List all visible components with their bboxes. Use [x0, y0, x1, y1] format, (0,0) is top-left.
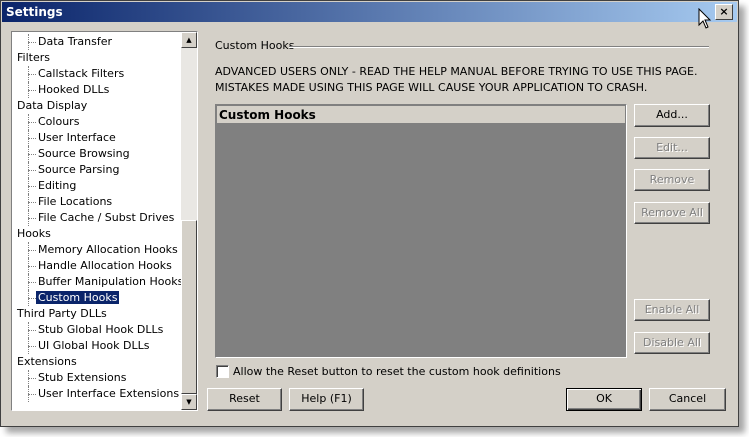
tree-item-label: Filters — [17, 51, 50, 64]
help-button[interactable]: Help (F1) — [289, 388, 364, 411]
arrow-up-icon: ▲ — [186, 36, 192, 44]
tree-item-filters[interactable]: Filters — [17, 50, 50, 66]
tree-item-label: Editing — [38, 179, 77, 192]
tree-connector — [22, 322, 36, 338]
scroll-up-button[interactable]: ▲ — [181, 32, 197, 48]
warning-line-2: MISTAKES MADE USING THIS PAGE WILL CAUSE… — [215, 81, 648, 94]
tree-item-label: Callstack Filters — [38, 67, 125, 80]
tree-item-label: Memory Allocation Hooks — [38, 243, 178, 256]
reset-button[interactable]: Reset — [207, 388, 282, 411]
group-title: Custom Hooks — [215, 39, 295, 52]
allow-reset-label[interactable]: Allow the Reset button to reset the cust… — [233, 365, 561, 379]
tree-item-hooks[interactable]: Hooks — [17, 226, 51, 242]
cancel-button[interactable]: Cancel — [649, 388, 726, 411]
tree-connector — [22, 210, 36, 226]
warning-text: ADVANCED USERS ONLY - READ THE HELP MANU… — [215, 64, 698, 96]
title-bar[interactable]: Settings × — [2, 2, 737, 22]
tree-item-label: Source Parsing — [38, 163, 120, 176]
tree-connector — [22, 114, 36, 130]
tree-item-label: Data Display — [17, 99, 88, 112]
tree-item-label: Hooks — [17, 227, 51, 240]
remove-all-button[interactable]: Remove All — [634, 202, 710, 224]
edit-button[interactable]: Edit... — [634, 137, 710, 159]
tree-connector — [22, 290, 36, 306]
tree-item-label: UI Global Hook DLLs — [38, 339, 150, 352]
tree-connector — [22, 274, 36, 290]
tree-item-buffer-manipulation-hooks[interactable]: Buffer Manipulation Hooks — [22, 274, 185, 290]
group-divider — [289, 46, 709, 48]
settings-dialog: Settings × Data Transfer Filters Callstack… — [0, 0, 739, 427]
tree-connector — [22, 82, 36, 98]
tree-item-label: Handle Allocation Hooks — [38, 259, 172, 272]
tree-item-label: Data Transfer — [38, 35, 112, 48]
tree-item-data-transfer[interactable]: Data Transfer — [22, 34, 114, 50]
tree-item-label: Extensions — [17, 355, 77, 368]
arrow-down-icon: ▼ — [186, 398, 192, 406]
tree-item-source-browsing[interactable]: Source Browsing — [22, 146, 132, 162]
tree-scrollbar[interactable]: ▲ ▼ — [181, 32, 197, 410]
tree-item-file-cache-subst-drives[interactable]: File Cache / Subst Drives — [22, 210, 176, 226]
tree-item-label: Stub Extensions — [38, 371, 127, 384]
close-icon: × — [719, 5, 729, 18]
scroll-thumb[interactable] — [181, 220, 197, 394]
tree-connector — [22, 194, 36, 210]
tree-item-stub-global-hook-dlls[interactable]: Stub Global Hook DLLs — [22, 322, 165, 338]
list-header-custom-hooks[interactable]: Custom Hooks — [217, 106, 625, 124]
tree-item-hooked-dlls[interactable]: Hooked DLLs — [22, 82, 111, 98]
tree-connector — [22, 370, 36, 386]
close-button[interactable]: × — [715, 4, 733, 20]
tree-item-data-display[interactable]: Data Display — [17, 98, 87, 114]
tree-item-user-interface[interactable]: User Interface — [22, 130, 118, 146]
tree-connector — [22, 178, 36, 194]
tree-item-callstack-filters[interactable]: Callstack Filters — [22, 66, 126, 82]
remove-button[interactable]: Remove — [634, 169, 710, 191]
tree-item-label: User Interface — [38, 131, 116, 144]
mouse-cursor-icon — [698, 8, 712, 29]
tree-item-label: Custom Hooks — [36, 291, 120, 304]
settings-tree[interactable]: Data Transfer Filters Callstack Filters Hoo… — [11, 31, 198, 411]
add-button[interactable]: Add... — [634, 104, 710, 127]
window-title: Settings — [6, 5, 63, 19]
tree-connector — [22, 242, 36, 258]
warning-line-1: ADVANCED USERS ONLY - READ THE HELP MANU… — [215, 65, 698, 78]
ok-button[interactable]: OK — [566, 388, 642, 411]
tree-connector — [22, 66, 36, 82]
tree-item-label: File Locations — [38, 195, 113, 208]
scroll-down-button[interactable]: ▼ — [181, 394, 197, 410]
tree-item-custom-hooks[interactable]: Custom Hooks — [22, 290, 120, 306]
tree-item-handle-allocation-hooks[interactable]: Handle Allocation Hooks — [22, 258, 174, 274]
tree-connector — [22, 146, 36, 162]
tree-item-label: Stub Global Hook DLLs — [38, 323, 164, 336]
tree-connector — [22, 130, 36, 146]
tree-connector — [22, 386, 36, 402]
custom-hooks-list[interactable]: Custom Hooks — [215, 104, 627, 358]
tree-item-third-party-dlls[interactable]: Third Party DLLs — [17, 306, 107, 322]
disable-all-button[interactable]: Disable All — [634, 332, 710, 354]
tree-item-stub-extensions[interactable]: Stub Extensions — [22, 370, 128, 386]
enable-all-button[interactable]: Enable All — [634, 299, 710, 321]
tree-item-memory-allocation-hooks[interactable]: Memory Allocation Hooks — [22, 242, 180, 258]
tree-connector — [22, 338, 36, 354]
tree-item-colours[interactable]: Colours — [22, 114, 81, 130]
tree-item-label: Source Browsing — [38, 147, 130, 160]
tree-item-label: Third Party DLLs — [17, 307, 107, 320]
tree-item-file-locations[interactable]: File Locations — [22, 194, 114, 210]
tree-item-label: User Interface Extensions — [38, 387, 180, 400]
tree-item-editing[interactable]: Editing — [22, 178, 78, 194]
tree-item-source-parsing[interactable]: Source Parsing — [22, 162, 121, 178]
tree-item-ui-global-hook-dlls[interactable]: UI Global Hook DLLs — [22, 338, 151, 354]
tree-item-extensions[interactable]: Extensions — [17, 354, 77, 370]
tree-item-label: Buffer Manipulation Hooks — [38, 275, 184, 288]
tree-item-label: Hooked DLLs — [38, 83, 110, 96]
tree-connector — [22, 162, 36, 178]
tree-connector — [22, 258, 36, 274]
tree-item-user-interface-extensions[interactable]: User Interface Extensions — [22, 386, 181, 402]
tree-item-label: File Cache / Subst Drives — [38, 211, 175, 224]
tree-connector — [22, 34, 36, 50]
tree-item-label: Colours — [38, 115, 80, 128]
allow-reset-checkbox[interactable] — [216, 365, 229, 378]
